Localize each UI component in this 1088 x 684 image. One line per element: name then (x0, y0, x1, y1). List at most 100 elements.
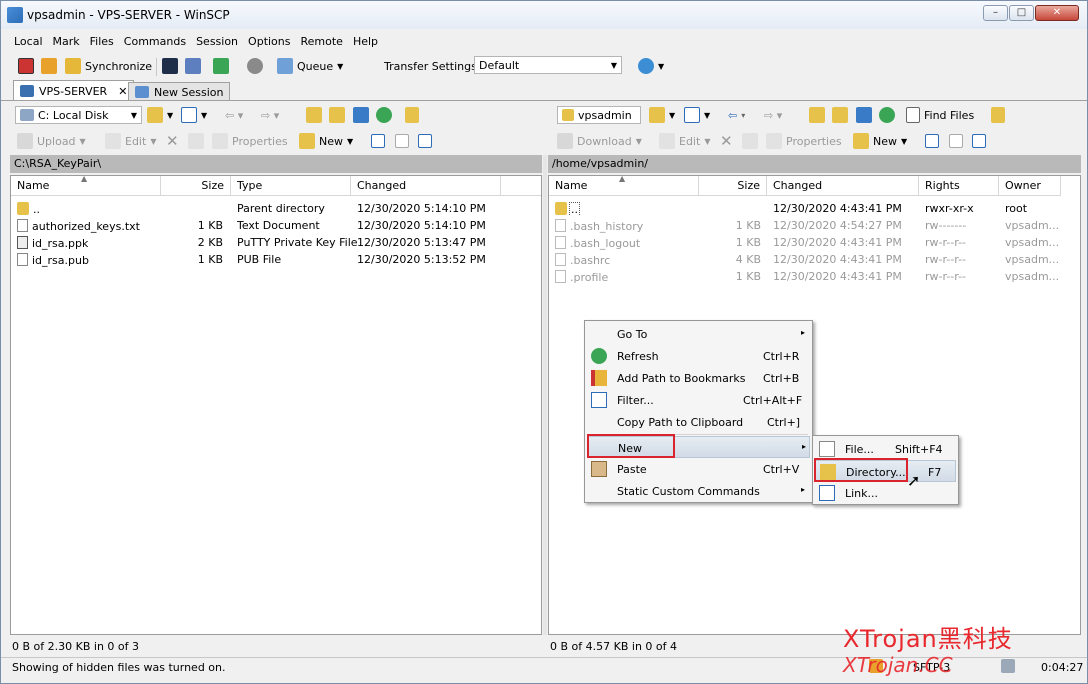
col-changed[interactable]: Changed (351, 176, 501, 196)
local-file-list[interactable]: Name ▲ Size Type Changed .. Parent direct… (10, 174, 542, 635)
remote-unselect-button[interactable] (949, 131, 963, 151)
table-row[interactable]: .bash_history 1 KB 12/30/2020 4:54:27 PM… (549, 217, 1080, 234)
local-rename-button[interactable] (188, 131, 204, 151)
local-tree-button[interactable] (405, 105, 419, 125)
compare-button[interactable] (18, 56, 34, 76)
local-parent-dir-button[interactable] (306, 105, 322, 125)
menu-item-add-bookmark[interactable]: Add Path to Bookmarks Ctrl+B (587, 367, 810, 389)
remote-properties-button[interactable]: Properties (766, 131, 842, 151)
chevron-down-icon: ▼ (704, 110, 711, 120)
chevron-down-icon: ▼ (337, 61, 344, 71)
close-button[interactable]: ✕ (1035, 5, 1079, 21)
menu-remote[interactable]: Remote (296, 33, 348, 50)
tab-vps-server[interactable]: VPS-SERVER ✕ (13, 80, 135, 101)
col-size[interactable]: Size (161, 176, 231, 196)
remote-dir-select[interactable]: vpsadmin (557, 106, 641, 124)
local-home-button[interactable] (353, 105, 369, 125)
menu-item-static-commands[interactable]: Static Custom Commands ▸ (587, 480, 810, 502)
sync-browse-button[interactable] (41, 56, 57, 76)
synchronize-label: Synchronize (85, 59, 153, 73)
menu-session[interactable]: Session (191, 33, 243, 50)
local-filter-button[interactable]: ▼ (181, 105, 207, 125)
remote-new-button[interactable]: New ▼ (853, 131, 907, 151)
minimize-button[interactable]: – (983, 5, 1008, 21)
remote-tree-button[interactable] (991, 105, 1005, 125)
local-edit-button[interactable]: Edit ▼ (105, 131, 156, 151)
menu-commands[interactable]: Commands (119, 33, 191, 50)
remote-select-all-button[interactable] (925, 131, 939, 151)
col-size[interactable]: Size (699, 176, 767, 196)
putty-button[interactable] (185, 56, 201, 76)
local-open-folder-button[interactable]: ▼ (147, 105, 173, 125)
remote-filter-button[interactable]: ▼ (684, 105, 710, 125)
local-properties-button[interactable]: Properties (212, 131, 288, 151)
local-refresh-button[interactable] (376, 105, 392, 125)
file-icon (555, 219, 566, 232)
col-type[interactable]: Type (231, 176, 351, 196)
download-button[interactable]: Download ▼ (557, 131, 642, 151)
remote-delete-button[interactable]: ✕ (720, 131, 733, 151)
menu-local[interactable]: Local (9, 33, 48, 50)
refresh-session-button[interactable] (213, 56, 229, 76)
maximize-button[interactable]: □ (1009, 5, 1034, 21)
table-row[interactable]: .profile 1 KB 12/30/2020 4:43:41 PM rw-r… (549, 268, 1080, 285)
local-drive-select[interactable]: C: Local Disk ▼ (15, 106, 142, 124)
menu-files[interactable]: Files (85, 33, 119, 50)
table-row[interactable]: id_rsa.ppk 2 KB PuTTY Private Key File 1… (11, 234, 541, 251)
filter-icon (972, 134, 986, 148)
remote-home-button[interactable] (856, 105, 872, 125)
col-name[interactable]: Name ▲ (11, 174, 161, 196)
menu-item-copy-path[interactable]: Copy Path to Clipboard Ctrl+] (587, 411, 810, 433)
remote-forward-button[interactable]: ⇨ ▾ (764, 105, 782, 125)
local-back-button[interactable]: ⇦ ▾ (225, 105, 243, 125)
menu-item-filter[interactable]: Filter... Ctrl+Alt+F (587, 389, 810, 411)
table-row[interactable]: .bash_logout 1 KB 12/30/2020 4:43:41 PM … (549, 234, 1080, 251)
local-filter-select-button[interactable] (418, 131, 432, 151)
close-icon[interactable]: ✕ (118, 85, 127, 98)
remote-refresh-button[interactable] (879, 105, 895, 125)
table-row[interactable]: .bashrc 4 KB 12/30/2020 4:43:41 PM rw-r-… (549, 251, 1080, 268)
remote-root-dir-button[interactable] (832, 105, 848, 125)
remote-filter-select-button[interactable] (972, 131, 986, 151)
transfer-settings-select[interactable]: Default ▼ (474, 56, 622, 74)
table-row[interactable]: authorized_keys.txt 1 KB Text Document 1… (11, 217, 541, 234)
remote-parent-dir-button[interactable] (809, 105, 825, 125)
local-new-button[interactable]: New ▼ (299, 131, 353, 151)
chevron-down-icon: ▼ (201, 110, 208, 120)
local-delete-button[interactable]: ✕ (166, 131, 179, 151)
preferences-button[interactable] (247, 56, 263, 76)
menu-item-refresh[interactable]: Refresh Ctrl+R (587, 345, 810, 367)
local-unselect-button[interactable] (395, 131, 409, 151)
menu-item-go-to[interactable]: Go To ▸ (587, 323, 810, 345)
plus-icon (925, 134, 939, 148)
upload-button[interactable]: Upload ▼ (17, 131, 86, 151)
menu-mark[interactable]: Mark (48, 33, 85, 50)
globe-icon (638, 58, 654, 74)
find-files-button[interactable]: Find Files (906, 105, 974, 125)
col-changed[interactable]: Changed (767, 176, 919, 196)
local-root-dir-button[interactable] (329, 105, 345, 125)
remote-back-button[interactable]: ⇦ ▾ (728, 105, 745, 125)
tab-new-session[interactable]: New Session (128, 82, 231, 101)
submenu-item-link[interactable]: Link... (815, 482, 956, 504)
menu-help[interactable]: Help (348, 33, 383, 50)
languages-button[interactable]: ▼ (638, 56, 664, 76)
submenu-item-file[interactable]: File... Shift+F4 (815, 438, 956, 460)
synchronize-button[interactable]: Synchronize (65, 56, 152, 76)
remote-edit-button[interactable]: Edit ▼ (659, 131, 710, 151)
local-select-all-button[interactable] (371, 131, 385, 151)
col-name[interactable]: Name ▲ (549, 174, 699, 196)
pane-splitter[interactable] (543, 155, 547, 635)
queue-button[interactable]: Queue ▼ (277, 56, 343, 76)
local-forward-button[interactable]: ⇨ ▾ (261, 105, 279, 125)
table-row[interactable]: .. 12/30/2020 4:43:41 PM rwxr-xr-x root (549, 200, 1080, 217)
col-rights[interactable]: Rights (919, 176, 999, 196)
col-owner[interactable]: Owner (999, 176, 1061, 196)
remote-rename-button[interactable] (742, 131, 758, 151)
menu-options[interactable]: Options (243, 33, 295, 50)
console-button[interactable] (162, 56, 178, 76)
table-row[interactable]: .. Parent directory 12/30/2020 5:14:10 P… (11, 200, 541, 217)
remote-open-folder-button[interactable]: ▼ (649, 105, 675, 125)
menu-item-paste[interactable]: Paste Ctrl+V (587, 458, 810, 480)
table-row[interactable]: id_rsa.pub 1 KB PUB File 12/30/2020 5:13… (11, 251, 541, 268)
